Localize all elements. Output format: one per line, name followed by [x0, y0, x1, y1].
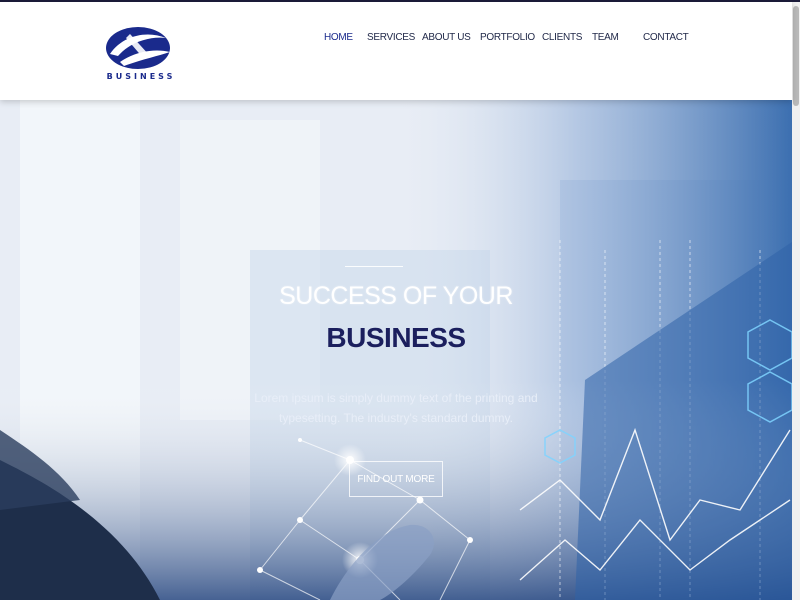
nav-about-us[interactable]: ABOUT US [422, 32, 471, 43]
nav-home[interactable]: HOME [324, 32, 353, 43]
hero-title-line2: BUSINESS [326, 322, 466, 353]
hero-divider [345, 266, 403, 267]
scrollbar-thumb[interactable] [793, 6, 799, 106]
logo-globe-icon [106, 27, 170, 69]
nav-team[interactable]: TEAM [592, 32, 619, 43]
hero-description: Lorem ipsum is simply dummy text of the … [254, 391, 538, 425]
hero-banner: SUCCESS OF YOUR BUSINESS Lorem ipsum is … [0, 100, 792, 600]
business-logo[interactable]: BUSINESS [100, 26, 182, 86]
page-scrollbar[interactable] [792, 2, 800, 600]
nav-services[interactable]: SERVICES [367, 32, 415, 43]
nav-portfolio[interactable]: PORTFOLIO [480, 32, 535, 43]
nav-contact[interactable]: CONTACT [643, 32, 689, 43]
find-out-more-button[interactable]: FIND OUT MORE [349, 461, 443, 497]
nav-clients[interactable]: CLIENTS [542, 32, 582, 43]
site-header: BUSINESS HOME SERVICES ABOUT US PORTFOLI… [0, 2, 792, 100]
logo-text: BUSINESS [106, 72, 176, 81]
hero-title-line1: SUCCESS OF YOUR [279, 282, 513, 310]
